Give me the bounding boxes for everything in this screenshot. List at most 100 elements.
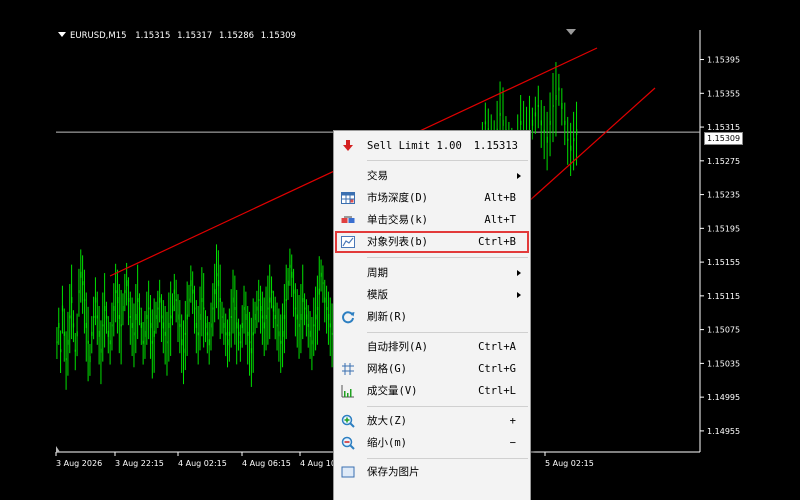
price-label: 1.15075 <box>707 326 740 335</box>
menu-item-refresh[interactable]: 刷新(R) <box>334 307 530 327</box>
candle <box>82 281 84 286</box>
menu-item-market-depth[interactable]: 市场深度(D) Alt+B <box>334 188 530 208</box>
candle <box>294 307 297 310</box>
price-label: 1.14995 <box>707 393 740 402</box>
time-label: 4 Aug 10 <box>300 459 336 468</box>
zoom-out-icon <box>341 436 355 450</box>
candle <box>182 348 185 353</box>
candle <box>320 272 322 277</box>
candle <box>91 331 93 336</box>
menu-item-sell-limit[interactable]: Sell Limit 1.00 1.15313 <box>334 136 530 156</box>
candle <box>261 315 264 319</box>
candle <box>160 315 163 319</box>
candle <box>87 340 89 344</box>
candle <box>534 112 537 117</box>
candle <box>316 307 319 311</box>
candle <box>102 324 104 327</box>
candle <box>162 322 165 329</box>
candle <box>302 298 304 303</box>
candle <box>203 307 205 310</box>
candle <box>118 314 120 319</box>
candle <box>271 290 273 294</box>
zoom-in-label: 放大(Z) <box>367 415 407 427</box>
candle <box>93 315 95 318</box>
menu-item-trade[interactable]: 交易 <box>334 166 530 186</box>
candle <box>179 323 181 327</box>
candle <box>254 313 256 320</box>
submenu-arrow-icon <box>517 292 521 298</box>
candle <box>61 305 64 312</box>
candle <box>531 119 534 126</box>
submenu-arrow-icon <box>517 270 521 276</box>
price-label: 1.15195 <box>707 224 740 233</box>
candle <box>135 313 137 320</box>
price-label: 1.15315 <box>707 123 740 132</box>
candle <box>168 322 170 328</box>
menu-separator <box>367 257 528 258</box>
market-depth-label: 市场深度(D) <box>367 192 428 204</box>
candle <box>283 314 286 319</box>
one-click-label: 单击交易(k) <box>367 214 428 226</box>
candle <box>60 349 62 353</box>
symbol-timeframe: EURUSD,M15 <box>70 31 127 41</box>
menu-item-template[interactable]: 模版 <box>334 285 530 305</box>
candle <box>558 87 560 91</box>
menu-item-save-picture[interactable]: 保存为图片 <box>334 462 530 482</box>
candle <box>142 340 144 344</box>
candle <box>80 271 82 278</box>
candle <box>109 340 111 345</box>
candle <box>210 323 212 328</box>
chart-window[interactable]: 1.15395 1.15355 1.15315 1.15275 1.15235 1.151… <box>0 0 800 500</box>
candle <box>305 314 308 320</box>
candle <box>520 120 522 125</box>
candle <box>561 102 563 109</box>
zoom-out-shortcut: − <box>509 437 516 449</box>
chart-header: EURUSD,M15 1.15315 1.15317 1.15286 1.153… <box>58 31 300 41</box>
candle <box>318 288 320 295</box>
candle <box>265 314 267 319</box>
menu-item-period[interactable]: 周期 <box>334 263 530 283</box>
time-label: 5 Aug 02:15 <box>545 459 594 468</box>
candle <box>296 314 298 320</box>
candle <box>223 322 225 328</box>
candle <box>289 264 291 268</box>
candle <box>170 315 172 319</box>
candle <box>194 307 196 310</box>
candle <box>564 120 566 125</box>
menu-item-zoom-out[interactable]: 缩小(m) − <box>334 433 530 453</box>
candle <box>247 331 249 336</box>
candle <box>181 339 183 346</box>
candle <box>192 289 194 294</box>
candle <box>324 297 326 303</box>
menu-item-grid[interactable]: 网格(G) Ctrl+G <box>334 359 530 379</box>
menu-item-auto-arrange[interactable]: 自动排列(A) Ctrl+A <box>334 337 530 357</box>
menu-item-one-click[interactable]: 单击交易(k) Alt+T <box>334 210 530 230</box>
candle <box>69 315 71 319</box>
candle <box>89 356 91 363</box>
symbol-dropdown-icon[interactable] <box>58 32 66 37</box>
candle <box>104 306 106 312</box>
zoom-in-shortcut: + <box>509 415 516 427</box>
price-label: 1.15115 <box>707 292 740 301</box>
price-label: 1.15395 <box>707 56 740 65</box>
candle <box>241 322 243 328</box>
menu-item-zoom-in[interactable]: 放大(Z) + <box>334 411 530 431</box>
auto-arrange-label: 自动排列(A) <box>367 341 428 353</box>
price-label: 1.15355 <box>707 89 740 98</box>
candle <box>238 331 240 336</box>
grid-label: 网格(G) <box>367 363 407 375</box>
candle <box>269 297 271 303</box>
sell-limit-label: Sell Limit 1.00 <box>367 140 462 152</box>
period-label: 周期 <box>367 267 388 279</box>
time-label: 4 Aug 02:15 <box>178 459 227 468</box>
open-price: 1.15315 <box>135 31 171 41</box>
candle <box>573 138 575 142</box>
sell-limit-price: 1.15313 <box>473 140 518 152</box>
candle <box>250 348 253 354</box>
candle <box>252 332 254 336</box>
menu-item-volume[interactable]: 成交量(V) Ctrl+L <box>334 381 530 401</box>
candle <box>164 331 166 336</box>
menu-separator <box>367 458 528 459</box>
period-separator-marker <box>56 446 60 452</box>
chart-shift-icon[interactable] <box>566 29 576 35</box>
